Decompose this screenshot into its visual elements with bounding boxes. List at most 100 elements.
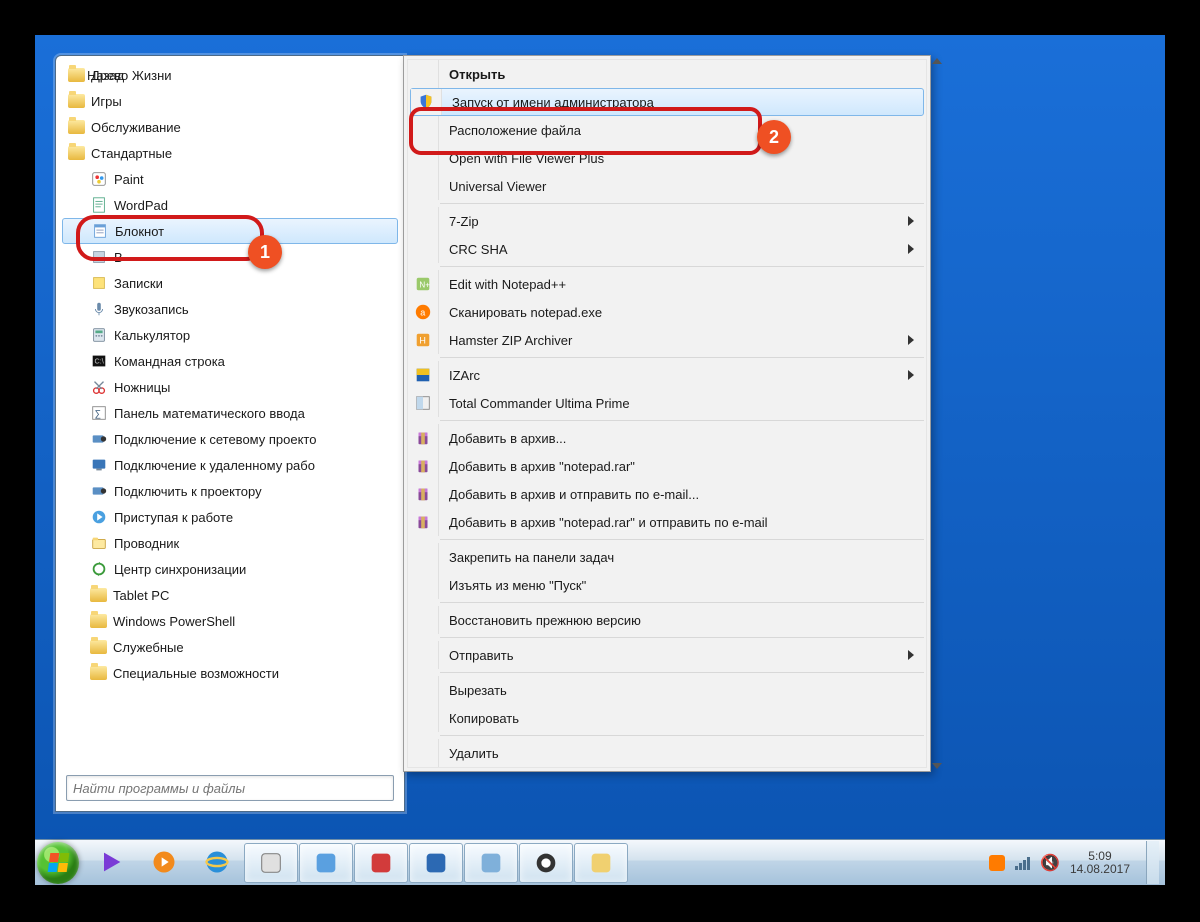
start-button[interactable] (37, 842, 79, 884)
context-menu-item[interactable]: Закрепить на панели задач (408, 543, 926, 571)
snip-icon (90, 378, 108, 396)
math-icon: ∑ (90, 404, 108, 422)
context-menu-item[interactable]: Добавить в архив "notepad.rar" (408, 452, 926, 480)
start-program-sync[interactable]: Центр синхронизации (62, 556, 398, 582)
context-menu-item[interactable]: Добавить в архив... (408, 424, 926, 452)
context-menu-item[interactable]: Universal Viewer (408, 172, 926, 200)
start-folder[interactable]: Стандартные (62, 140, 398, 166)
taskbar-pin-wmp[interactable] (138, 843, 190, 881)
context-menu-item[interactable]: HHamster ZIP Archiver (408, 326, 926, 354)
context-menu-item[interactable]: a Сканировать notepad.exe (408, 298, 926, 326)
menu-separator (440, 735, 924, 736)
folder-label: Служебные (113, 640, 184, 655)
folder-icon (90, 614, 107, 628)
menu-separator (440, 539, 924, 540)
menu-item-label: Вырезать (439, 683, 926, 698)
rdp-icon (90, 456, 108, 474)
menu-gutter (408, 641, 439, 669)
network-icon[interactable] (1015, 856, 1030, 870)
start-folder[interactable]: Древо Жизни (62, 62, 398, 88)
avast-icon: a (414, 303, 432, 321)
start-program-cmd[interactable]: C:\Командная строка (62, 348, 398, 374)
context-menu-item[interactable]: Восстановить прежнюю версию (408, 606, 926, 634)
taskbar-clock[interactable]: 5:09 14.08.2017 (1070, 850, 1130, 876)
context-menu-item[interactable]: IZArc (408, 361, 926, 389)
start-program-snip[interactable]: Ножницы (62, 374, 398, 400)
menu-gutter (411, 89, 442, 115)
context-menu-item[interactable]: Добавить в архив "notepad.rar" и отправи… (408, 508, 926, 536)
start-program-calc[interactable]: Калькулятор (62, 322, 398, 348)
context-menu-item[interactable]: Открыть (408, 60, 926, 88)
start-program-paint[interactable]: Paint (62, 166, 398, 192)
menu-item-label: Добавить в архив "notepad.rar" (439, 459, 926, 474)
context-menu-scroll[interactable] (930, 56, 944, 771)
submenu-arrow-icon (908, 335, 914, 345)
menu-gutter (408, 424, 439, 452)
start-program-explorer[interactable]: Проводник (62, 530, 398, 556)
start-program-proj[interactable]: Подключить к проектору (62, 478, 398, 504)
proj-icon (90, 482, 108, 500)
system-tray: 🔇 5:09 14.08.2017 (989, 841, 1165, 884)
submenu-arrow-icon (908, 370, 914, 380)
context-menu-item[interactable]: Удалить (408, 739, 926, 767)
context-menu-item[interactable]: Расположение файла (408, 116, 926, 144)
svg-text:H: H (419, 336, 426, 346)
program-label: Приступая к работе (114, 510, 233, 525)
menu-gutter (408, 543, 439, 571)
taskbar-running-7[interactable] (574, 843, 628, 883)
start-folder[interactable]: Игры (62, 88, 398, 114)
menu-gutter (408, 676, 439, 704)
taskbar-pin-ie[interactable] (191, 843, 243, 881)
context-menu-item[interactable]: CRC SHA (408, 235, 926, 263)
menu-gutter: H (408, 326, 439, 354)
show-desktop-button[interactable] (1146, 841, 1159, 884)
annotation-badge-2: 2 (757, 120, 791, 154)
context-menu-item[interactable]: Изъять из меню "Пуск" (408, 571, 926, 599)
menu-gutter: a (408, 298, 439, 326)
start-program-rdp[interactable]: Подключение к удаленному рабо (62, 452, 398, 478)
start-program-math[interactable]: ∑Панель математического ввода (62, 400, 398, 426)
context-menu-item[interactable]: Вырезать (408, 676, 926, 704)
start-program-sticky[interactable]: Записки (62, 270, 398, 296)
start-menu-program-list[interactable]: Древо Жизни ИгрыОбслуживаниеСтандартныеPa… (62, 62, 398, 732)
taskbar-running-1[interactable] (244, 843, 298, 883)
search-input[interactable] (66, 775, 394, 801)
start-program-notepad[interactable]: Блокнот (62, 218, 398, 244)
menu-gutter (408, 571, 439, 599)
menu-item-label: Сканировать notepad.exe (439, 305, 926, 320)
start-program-start[interactable]: Приступая к работе (62, 504, 398, 530)
start-program-netproj[interactable]: Подключение к сетевому проекто (62, 426, 398, 452)
menu-item-label: Закрепить на панели задач (439, 550, 926, 565)
start-folder[interactable]: Обслуживание (62, 114, 398, 140)
start-program-generic[interactable]: В (62, 244, 398, 270)
taskbar-pin-mediaplayer[interactable] (85, 843, 137, 881)
taskbar-running-2[interactable] (299, 843, 353, 883)
taskbar-pinned (85, 843, 628, 883)
taskbar-running-4[interactable] (409, 843, 463, 883)
menu-item-label: Open with File Viewer Plus (439, 151, 926, 166)
context-menu-item[interactable]: Отправить (408, 641, 926, 669)
context-menu-item[interactable]: Total Commander Ultima Prime (408, 389, 926, 417)
start-folder[interactable]: Служебные (62, 634, 398, 660)
clock-date: 14.08.2017 (1070, 863, 1130, 876)
start-folder[interactable]: Специальные возможности (62, 660, 398, 686)
menu-gutter (408, 207, 439, 235)
menu-separator (440, 602, 924, 603)
context-menu-item[interactable]: Запуск от имени администратора (410, 88, 924, 116)
context-menu-item[interactable]: Open with File Viewer Plus (408, 144, 926, 172)
context-menu-item[interactable]: N+Edit with Notepad++ (408, 270, 926, 298)
taskbar-running-3[interactable] (354, 843, 408, 883)
taskbar-running-6[interactable] (519, 843, 573, 883)
folder-label: Древо Жизни (91, 68, 172, 83)
context-menu-item[interactable]: 7-Zip (408, 207, 926, 235)
context-menu-item[interactable]: Копировать (408, 704, 926, 732)
volume-muted-icon[interactable]: 🔇 (1040, 853, 1060, 873)
svg-text:∑: ∑ (95, 409, 101, 419)
start-program-wordpad[interactable]: WordPad (62, 192, 398, 218)
context-menu-item[interactable]: Добавить в архив и отправить по e-mail..… (408, 480, 926, 508)
start-folder[interactable]: Windows PowerShell (62, 608, 398, 634)
start-program-mic[interactable]: Звукозапись (62, 296, 398, 322)
taskbar-running-5[interactable] (464, 843, 518, 883)
start-folder[interactable]: Tablet PC (62, 582, 398, 608)
tray-avast-icon[interactable] (989, 855, 1005, 871)
